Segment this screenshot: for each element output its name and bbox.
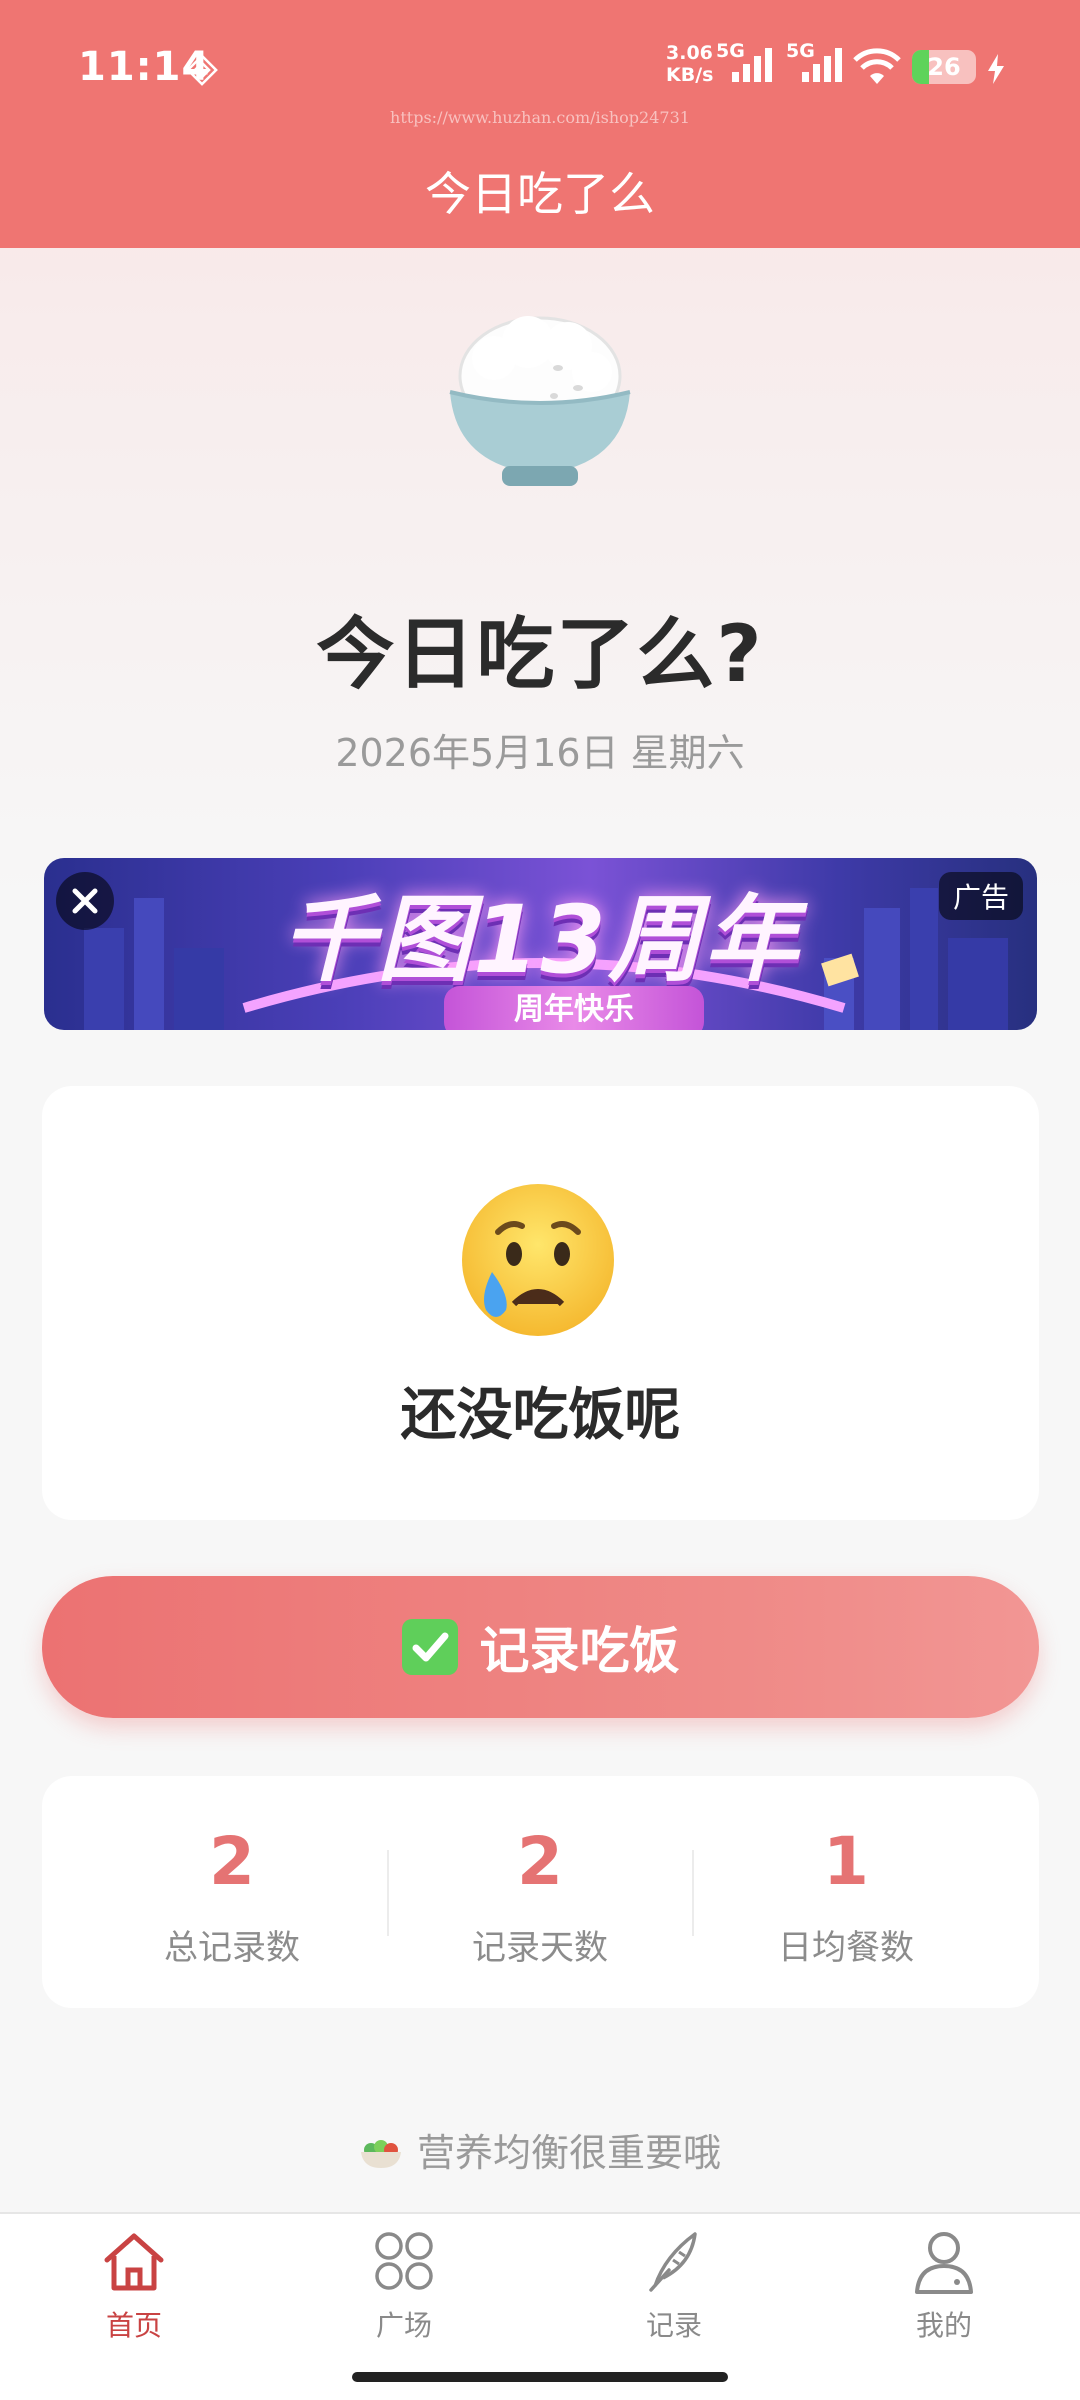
ad-banner[interactable]: 千图13周年 周年快乐 广告 (44, 858, 1037, 1030)
stats-card: 2 总记录数 2 记录天数 1 日均餐数 (42, 1776, 1039, 2008)
tab-plaza[interactable]: 广场 (304, 2226, 504, 2356)
stat-label: 总记录数 (164, 1928, 300, 1968)
check-mark-icon (401, 1619, 458, 1675)
today-date: 2026年5月16日 星期六 (335, 731, 745, 775)
charging-bolt-icon (988, 54, 1004, 84)
ad-headline: 千图13周年 (281, 886, 800, 995)
tab-home[interactable]: 首页 (34, 2226, 234, 2356)
salad-icon (360, 2140, 401, 2168)
home-icon (104, 2233, 164, 2291)
ad-label: 广告 (938, 872, 1023, 920)
ad-close-button[interactable] (56, 872, 114, 930)
screen: 11:14 3.06 KB/s 5G 5G 26 https://www.huz… (0, 0, 1080, 2400)
home-indicator[interactable] (352, 2372, 728, 2382)
meal-status-card: 还没吃饭呢 (42, 1086, 1039, 1520)
stat-label: 日均餐数 (778, 1928, 914, 1968)
stat-value: 2 (517, 1823, 563, 1900)
hero-title: 今日吃了么? (316, 610, 764, 700)
stat-daily-average: 1 日均餐数 (696, 1824, 996, 1969)
stat-divider (692, 1850, 694, 1936)
stat-value: 2 (209, 1823, 255, 1900)
crying-face-icon (462, 1184, 614, 1336)
record-meal-button[interactable]: 记录吃饭 (42, 1576, 1039, 1718)
record-meal-label: 记录吃饭 (479, 1622, 680, 1680)
watermark-url: https://www.huzhan.com/ishop24731 (390, 108, 690, 127)
close-icon (72, 888, 98, 914)
stat-divider (387, 1850, 389, 1936)
nfc-icon (186, 54, 218, 86)
grid-icon (375, 2232, 433, 2290)
nutrition-tip: 营养均衡很重要哦 (0, 2122, 1080, 2177)
page-title: 今日吃了么 (425, 167, 655, 221)
quill-icon (649, 2232, 697, 2292)
wifi-icon (853, 48, 901, 84)
user-icon (915, 2232, 973, 2294)
app-header: 11:14 3.06 KB/s 5G 5G 26 https://www.huz… (0, 0, 1080, 248)
tab-label: 我的 (915, 2309, 972, 2342)
battery-indicator: 26 (912, 50, 976, 84)
nutrition-tip-text: 营养均衡很重要哦 (416, 2131, 721, 2175)
meal-status-text: 还没吃饭呢 (400, 1383, 681, 1448)
rice-bowl-icon (449, 316, 631, 486)
stat-label: 记录天数 (472, 1928, 608, 1968)
ad-subtitle: 周年快乐 (444, 986, 704, 1030)
stat-value: 1 (823, 1823, 869, 1900)
tab-label: 广场 (375, 2309, 432, 2342)
network-speed: 3.06 KB/s (666, 42, 714, 86)
tab-profile[interactable]: 我的 (844, 2226, 1044, 2356)
tab-label: 首页 (105, 2309, 162, 2342)
tab-label: 记录 (645, 2309, 702, 2342)
stat-total-records: 2 总记录数 (82, 1824, 382, 1969)
tab-records[interactable]: 记录 (574, 2226, 774, 2356)
stat-record-days: 2 记录天数 (390, 1824, 690, 1969)
